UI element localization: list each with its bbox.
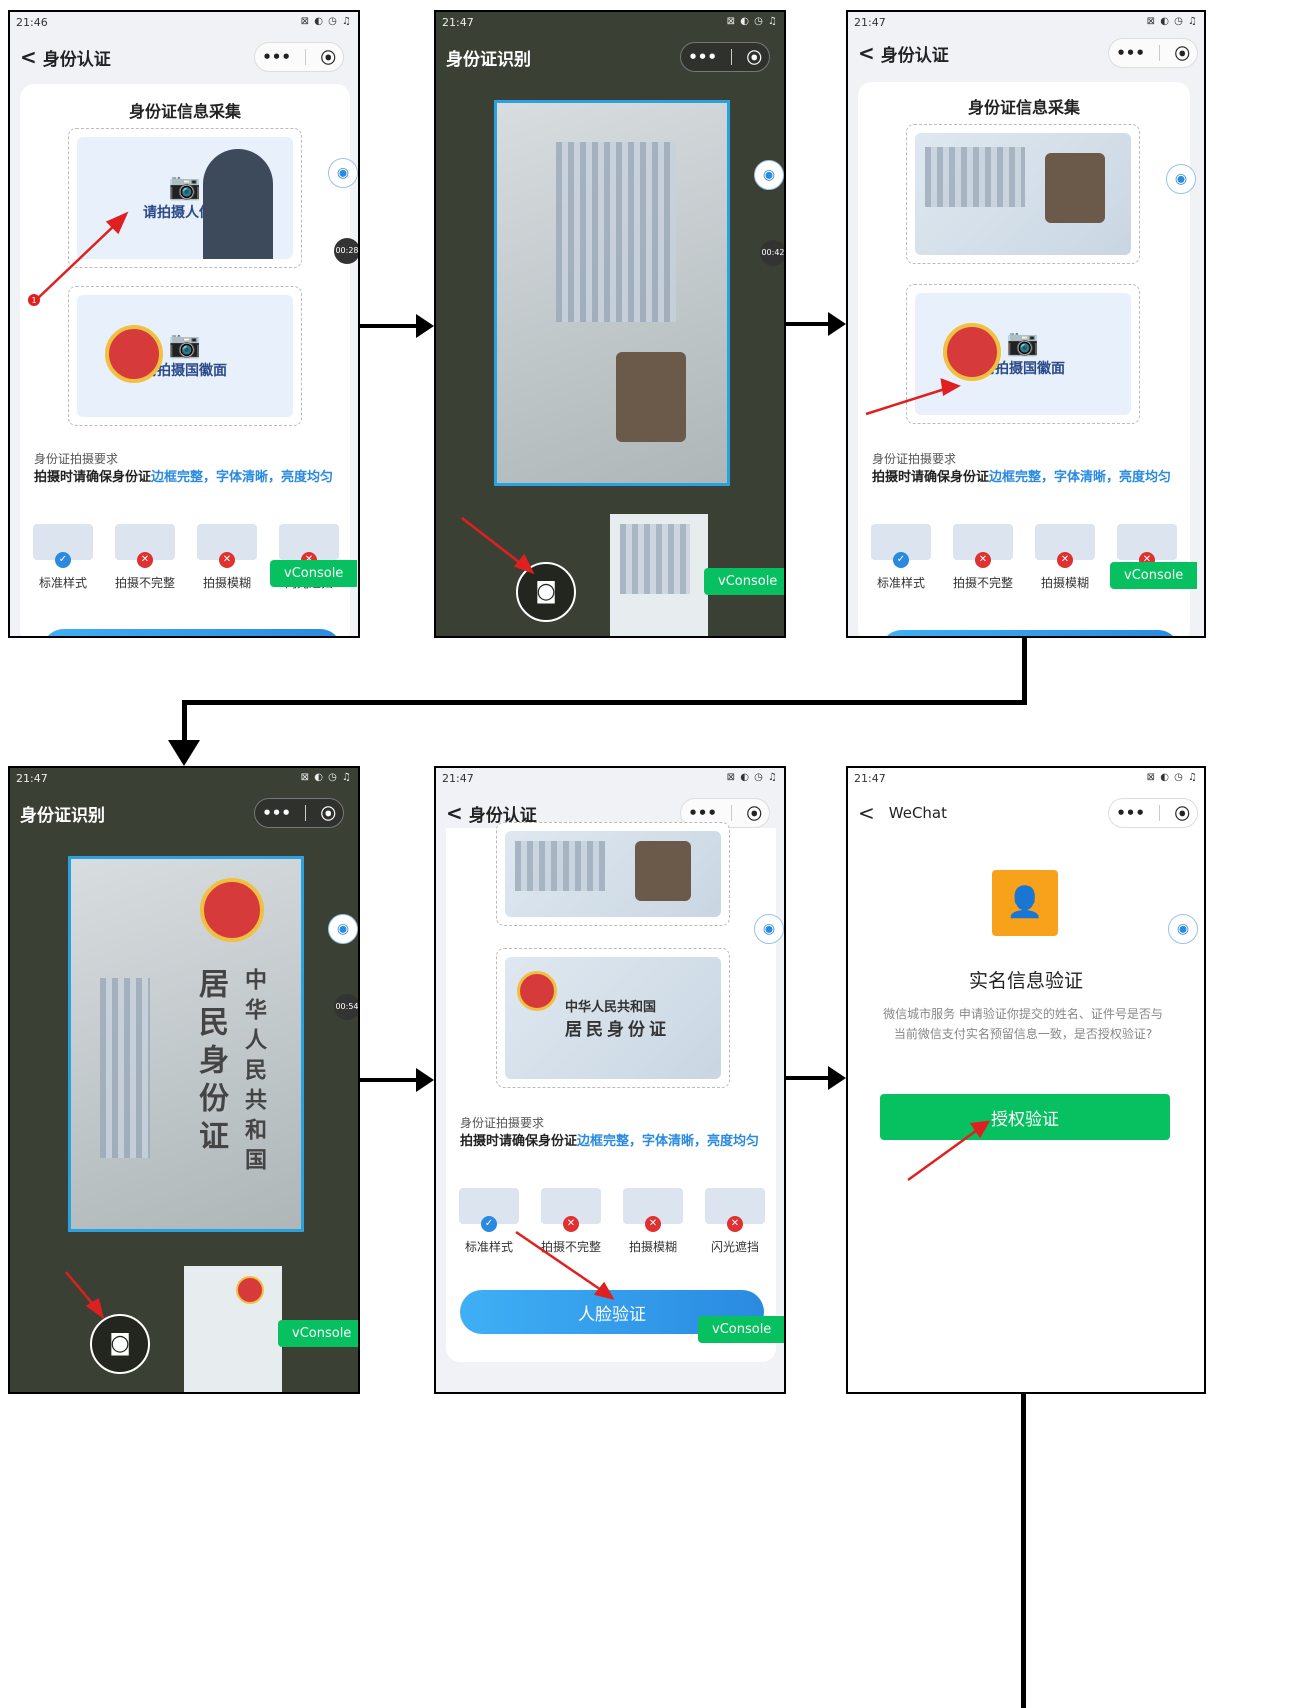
annotation-arrow <box>907 1126 981 1182</box>
annotation-arrowhead <box>513 553 535 575</box>
annotation-arrowhead <box>593 1281 615 1300</box>
annotation-arrowhead <box>940 378 961 396</box>
annotation-overlay: 1 <box>28 211 991 1319</box>
annotation-arrow <box>35 221 119 301</box>
annotation-arrowhead <box>969 1120 991 1139</box>
step-marker-label: 1 <box>31 296 36 305</box>
annotation-arrow <box>515 1230 605 1294</box>
annotation-arrow <box>461 517 525 567</box>
annotation-arrow <box>865 386 949 416</box>
